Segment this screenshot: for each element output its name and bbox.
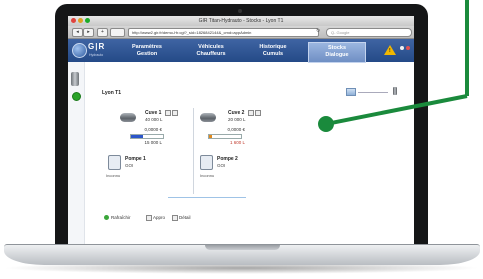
logo-subtitle: Hydrauto <box>89 53 104 57</box>
search-input[interactable]: Q- Google <box>326 28 412 37</box>
nav-line2: Gestion <box>136 50 158 57</box>
tank-level-fill <box>209 135 212 138</box>
nav-line2: Cumuls <box>262 50 284 57</box>
tank-capacity: 40 000 L <box>145 117 163 122</box>
pump-name: Pompe 2 <box>217 156 238 162</box>
rss-icon[interactable] <box>110 28 125 37</box>
tank-amount: 0,0000 € <box>227 127 245 132</box>
minimize-window-icon[interactable] <box>78 18 83 23</box>
zoom-window-icon[interactable] <box>85 18 90 23</box>
column-divider <box>193 108 194 194</box>
edit-icon[interactable] <box>165 110 171 116</box>
pump-status: Inconnu <box>106 173 121 178</box>
nav-historique[interactable]: Historique Cumuls <box>252 42 294 61</box>
nav-line2: Chauffeurs <box>196 50 226 57</box>
zoom-in-tank-icon[interactable] <box>393 87 397 95</box>
window-titlebar: GIR Titan-Hydrauto - Stocks - Lyon T1 <box>68 16 414 26</box>
refresh-icon[interactable] <box>104 215 109 220</box>
nav-vehicules[interactable]: Véhicules Chauffeurs <box>190 42 232 61</box>
tank-level-fill <box>131 135 143 138</box>
pump-icon[interactable] <box>200 155 213 170</box>
browser-window: GIR Titan-Hydrauto - Stocks - Lyon T1 ◂ … <box>68 16 414 244</box>
tank-capacity: 20 000 L <box>228 117 246 122</box>
detail-icon[interactable] <box>172 215 178 221</box>
logo-text: G|R <box>88 42 106 51</box>
supply-icon[interactable] <box>146 215 152 221</box>
callout-line-vertical <box>465 0 469 96</box>
separator-line <box>168 197 246 198</box>
tank-level-bar <box>130 134 164 139</box>
forward-button[interactable]: ▸ <box>83 28 94 37</box>
site-title: Lyon T1 <box>102 90 121 96</box>
pump-product: GOI <box>217 163 226 168</box>
status-ok-icon <box>72 92 81 101</box>
nav-parametres[interactable]: Paramètres Gestion <box>126 42 168 61</box>
tank-icon[interactable] <box>120 113 136 122</box>
refresh-link[interactable]: Rafraîchir <box>111 215 131 220</box>
tank-level: 15 000 L <box>144 140 162 145</box>
pump-icon[interactable] <box>108 155 121 170</box>
tank-amount: 0,0000 € <box>144 127 162 132</box>
warning-mark: ! <box>389 48 391 54</box>
info-icon[interactable] <box>255 110 261 116</box>
nav-stocks[interactable]: Stocks Dialogue <box>308 42 366 63</box>
nav-line1: Paramètres <box>132 44 162 50</box>
camera-icon <box>238 9 242 13</box>
callout-marker <box>318 116 334 132</box>
browser-toolbar: ◂ ▸ + http://www2.gir.fr/demo-Hr.cgi?_si… <box>68 26 414 39</box>
zoom-slider[interactable] <box>358 92 388 93</box>
zoom-out-icon[interactable] <box>346 88 356 96</box>
supply-link[interactable]: Appro <box>153 215 165 220</box>
pump-status: Inconnu <box>200 173 215 178</box>
tank-level: 1 600 L <box>229 140 245 145</box>
settings-icon[interactable] <box>400 46 404 50</box>
tank-list-icon[interactable] <box>71 72 79 86</box>
laptop-notch <box>205 245 280 250</box>
tank-icon[interactable] <box>200 113 216 122</box>
info-icon[interactable] <box>172 110 178 116</box>
tank-name: Cuve 1 <box>145 110 162 116</box>
sidebar <box>68 62 85 244</box>
detail-link[interactable]: Détail <box>179 215 191 220</box>
pump-product: GOI <box>125 163 134 168</box>
reload-icon[interactable]: ↻ <box>316 28 320 34</box>
tank-name: Cuve 2 <box>228 110 245 116</box>
logo-globe-icon <box>72 43 87 58</box>
logout-icon[interactable] <box>406 46 410 50</box>
add-bookmark-button[interactable]: + <box>97 28 108 37</box>
url-bar[interactable]: http://www2.gir.fr/demo-Hr.cgi?_sid=1826… <box>128 28 319 37</box>
edit-icon[interactable] <box>248 110 254 116</box>
back-button[interactable]: ◂ <box>72 28 83 37</box>
tank-level-bar <box>208 134 242 139</box>
close-window-icon[interactable] <box>71 18 76 23</box>
pump-name: Pompe 1 <box>125 156 146 162</box>
window-title: GIR Titan-Hydrauto - Stocks - Lyon T1 <box>198 18 284 24</box>
nav-line2: Dialogue <box>325 51 349 58</box>
app-header: G|R Hydrauto Paramètres Gestion Véhicule… <box>68 39 414 63</box>
